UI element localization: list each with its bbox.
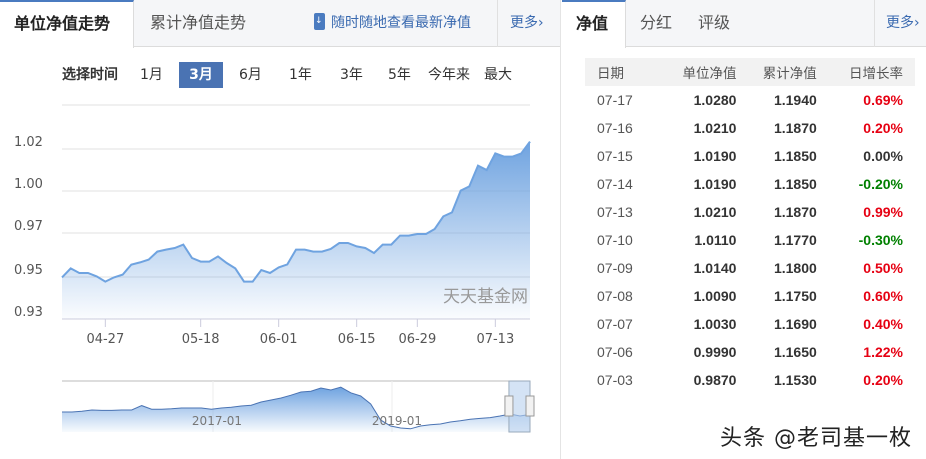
- row-unit-nav: 0.9990: [693, 344, 737, 360]
- row-date: 07-06: [597, 344, 633, 360]
- row-date: 07-17: [597, 92, 633, 108]
- row-acc-nav: 1.1940: [773, 92, 817, 108]
- row-unit-nav: 1.0210: [693, 120, 737, 136]
- row-unit-nav: 1.0110: [694, 232, 737, 248]
- tab-nav[interactable]: 净值: [562, 0, 626, 48]
- row-acc-nav: 1.1870: [773, 204, 817, 220]
- row-date: 07-15: [597, 148, 633, 164]
- table-row: 07-03 0.9870 1.1530 0.20%: [585, 366, 915, 394]
- y-tick-label: 0.93: [14, 305, 43, 320]
- row-date: 07-13: [597, 204, 633, 220]
- tab-rating[interactable]: 评级: [684, 0, 744, 47]
- row-date: 07-10: [597, 232, 633, 248]
- row-date: 07-08: [597, 288, 633, 304]
- x-tick-label: 06-15: [338, 332, 376, 347]
- nav-table-panel: 净值 分红 评级 更多› 日期 单位净值 累计净值 日增长率 07-17 1.02…: [562, 0, 926, 459]
- row-daily-change: -0.20%: [858, 176, 903, 192]
- table-row: 07-10 1.0110 1.1770 -0.30%: [585, 226, 915, 254]
- x-tick-label: 05-18: [182, 332, 220, 347]
- row-acc-nav: 1.1770: [773, 232, 817, 248]
- navigator-label: 2017-01: [192, 414, 242, 428]
- chart-watermark: 天天基金网: [443, 287, 528, 307]
- row-unit-nav: 1.0140: [693, 260, 737, 276]
- nav-chart-panel: 单位净值走势 累计净值走势 随时随地查看最新净值 更多› 选择时间 1月 3月 …: [0, 0, 561, 459]
- row-daily-change: -0.30%: [858, 232, 903, 248]
- tab-dividend[interactable]: 分红: [626, 0, 686, 47]
- row-date: 07-14: [597, 176, 633, 192]
- nav-chart[interactable]: 0.93 0.95 0.97 1.00 1.02 天天基金网 04-27 05-18 06-…: [0, 0, 561, 459]
- x-tick-label: 04-27: [86, 332, 124, 347]
- table-row: 07-13 1.0210 1.1870 0.99%: [585, 198, 915, 226]
- y-tick-label: 1.00: [14, 177, 43, 192]
- table-row: 07-06 0.9990 1.1650 1.22%: [585, 338, 915, 366]
- y-tick-label: 1.02: [14, 135, 43, 150]
- navigator-label: 2019-01: [372, 414, 422, 428]
- table-tabbar: 净值 分红 评级 更多›: [562, 0, 926, 48]
- row-date: 07-09: [597, 260, 633, 276]
- row-daily-change: 0.60%: [863, 288, 903, 304]
- col-unit-nav: 单位净值: [656, 58, 737, 86]
- table-row: 07-17 1.0280 1.1940 0.69%: [585, 86, 915, 114]
- row-unit-nav: 0.9870: [693, 372, 737, 388]
- row-daily-change: 0.50%: [863, 260, 903, 276]
- col-acc-nav: 累计净值: [736, 58, 817, 86]
- col-daily-change: 日增长率: [816, 58, 915, 86]
- table-row: 07-08 1.0090 1.1750 0.60%: [585, 282, 915, 310]
- x-tick-label: 07-13: [476, 332, 514, 347]
- nav-history-table: 日期 单位净值 累计净值 日增长率 07-17 1.0280 1.1940 0.69%…: [585, 58, 915, 394]
- row-acc-nav: 1.1530: [773, 372, 817, 388]
- navigator-right-handle[interactable]: [525, 395, 535, 417]
- row-daily-change: 0.99%: [863, 204, 903, 220]
- row-unit-nav: 1.0280: [693, 92, 737, 108]
- table-row: 07-09 1.0140 1.1800 0.50%: [585, 254, 915, 282]
- row-unit-nav: 1.0190: [693, 148, 737, 164]
- row-unit-nav: 1.0030: [693, 316, 737, 332]
- row-acc-nav: 1.1850: [773, 148, 817, 164]
- y-tick-label: 0.97: [14, 219, 43, 234]
- more-link[interactable]: 更多›: [874, 0, 926, 47]
- table-header: 日期 单位净值 累计净值 日增长率: [585, 58, 915, 86]
- navigator-left-handle[interactable]: [504, 395, 514, 417]
- row-unit-nav: 1.0190: [693, 176, 737, 192]
- table-row: 07-07 1.0030 1.1690 0.40%: [585, 310, 915, 338]
- row-date: 07-16: [597, 120, 633, 136]
- table-row: 07-14 1.0190 1.1850 -0.20%: [585, 170, 915, 198]
- row-unit-nav: 1.0210: [693, 204, 737, 220]
- row-acc-nav: 1.1800: [773, 260, 817, 276]
- row-acc-nav: 1.1870: [773, 120, 817, 136]
- table-row: 07-16 1.0210 1.1870 0.20%: [585, 114, 915, 142]
- row-daily-change: 1.22%: [863, 344, 903, 360]
- row-daily-change: 0.20%: [863, 372, 903, 388]
- row-daily-change: 0.00%: [863, 148, 903, 164]
- row-acc-nav: 1.1850: [773, 176, 817, 192]
- row-daily-change: 0.20%: [863, 120, 903, 136]
- row-date: 07-07: [597, 316, 633, 332]
- y-tick-label: 0.95: [14, 263, 43, 278]
- table-row: 07-15 1.0190 1.1850 0.00%: [585, 142, 915, 170]
- col-date: 日期: [585, 58, 657, 86]
- row-acc-nav: 1.1650: [773, 344, 817, 360]
- row-daily-change: 0.40%: [863, 316, 903, 332]
- row-acc-nav: 1.1750: [773, 288, 817, 304]
- row-date: 07-03: [597, 372, 633, 388]
- row-acc-nav: 1.1690: [773, 316, 817, 332]
- row-daily-change: 0.69%: [863, 92, 903, 108]
- x-tick-label: 06-01: [260, 332, 298, 347]
- x-tick-label: 06-29: [398, 332, 436, 347]
- overlay-watermark: 头条 @老司基一枚: [720, 426, 912, 451]
- row-unit-nav: 1.0090: [693, 288, 737, 304]
